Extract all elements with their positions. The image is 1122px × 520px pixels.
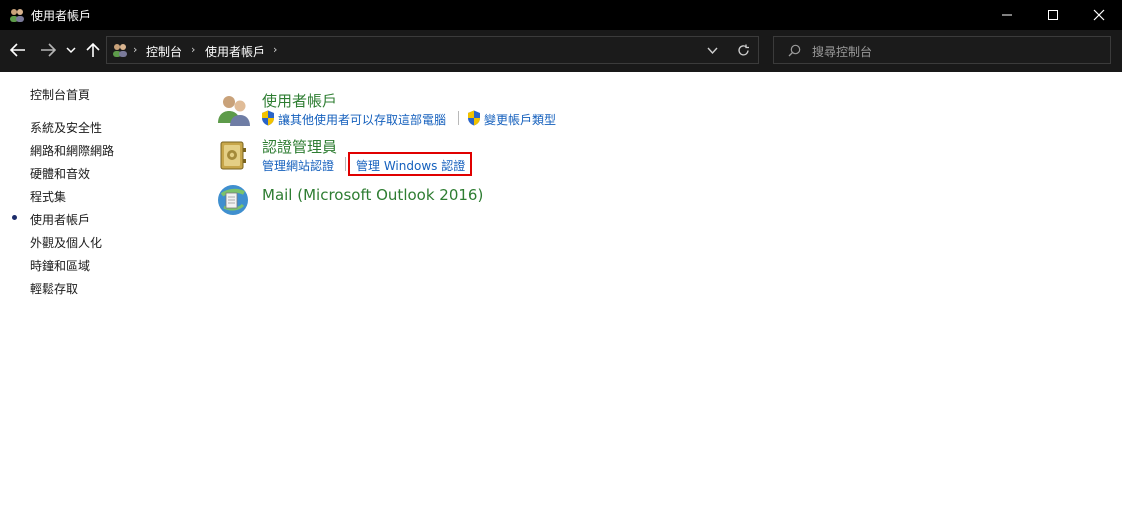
forward-button[interactable] bbox=[38, 38, 58, 62]
maximize-button[interactable] bbox=[1030, 0, 1076, 30]
address-bar[interactable]: › 控制台 › 使用者帳戶 › bbox=[106, 36, 759, 64]
section-title-user-accounts[interactable]: 使用者帳戶 bbox=[262, 90, 337, 111]
sidebar-item-system-security[interactable]: 系統及安全性 bbox=[30, 119, 102, 136]
recent-locations-button[interactable] bbox=[64, 38, 78, 62]
sidebar-item-clock-region[interactable]: 時鐘和區域 bbox=[30, 257, 90, 274]
chevron-down-icon[interactable] bbox=[707, 47, 718, 55]
up-button[interactable] bbox=[84, 38, 102, 62]
link-allow-others-access[interactable]: 讓其他使用者可以存取這部電腦 bbox=[278, 111, 446, 128]
search-icon bbox=[788, 44, 801, 57]
link-divider bbox=[345, 157, 346, 171]
uac-shield-icon bbox=[262, 110, 274, 126]
section-title-mail[interactable]: Mail (Microsoft Outlook 2016) bbox=[262, 186, 483, 204]
breadcrumb-control-panel[interactable]: 控制台 bbox=[146, 43, 182, 60]
refresh-icon[interactable] bbox=[737, 44, 750, 57]
user-accounts-icon bbox=[218, 96, 250, 126]
breadcrumb-separator-icon: › bbox=[191, 43, 196, 56]
link-divider bbox=[458, 111, 459, 125]
section-title-credential-manager[interactable]: 認證管理員 bbox=[262, 136, 337, 157]
arrow-up-icon bbox=[86, 42, 100, 57]
chevron-down-icon bbox=[66, 47, 76, 54]
current-item-bullet bbox=[12, 215, 17, 220]
close-button[interactable] bbox=[1076, 0, 1122, 30]
arrow-left-icon bbox=[10, 43, 25, 57]
link-manage-web-credentials[interactable]: 管理網站認證 bbox=[262, 157, 334, 174]
credential-manager-icon bbox=[220, 141, 246, 170]
sidebar-item-hardware-sound[interactable]: 硬體和音效 bbox=[30, 165, 90, 182]
minimize-icon bbox=[1002, 14, 1012, 16]
title-bar: 使用者帳戶 bbox=[0, 0, 1122, 30]
sidebar-item-programs[interactable]: 程式集 bbox=[30, 188, 66, 205]
link-change-account-type[interactable]: 變更帳戶類型 bbox=[484, 111, 556, 128]
sidebar-item-network[interactable]: 網路和網際網路 bbox=[30, 142, 114, 159]
arrow-right-icon bbox=[41, 43, 56, 57]
users-icon bbox=[113, 44, 127, 57]
breadcrumb-user-accounts[interactable]: 使用者帳戶 bbox=[205, 43, 265, 60]
breadcrumb-separator-icon: › bbox=[133, 43, 138, 56]
sidebar-item-appearance[interactable]: 外觀及個人化 bbox=[30, 234, 102, 251]
minimize-button[interactable] bbox=[984, 0, 1030, 30]
breadcrumb-separator-icon: › bbox=[273, 43, 278, 56]
sidebar-item-user-accounts: 使用者帳戶 bbox=[30, 213, 91, 227]
sidebar-item-ease-of-access[interactable]: 輕鬆存取 bbox=[30, 280, 78, 297]
search-placeholder: 搜尋控制台 bbox=[812, 45, 873, 59]
window-title: 使用者帳戶 bbox=[31, 9, 92, 23]
sidebar-home-link[interactable]: 控制台首頁 bbox=[30, 86, 90, 103]
mail-icon bbox=[218, 185, 248, 215]
users-icon bbox=[10, 9, 24, 22]
maximize-icon bbox=[1048, 10, 1058, 20]
close-icon bbox=[1093, 9, 1105, 21]
search-input[interactable]: 搜尋控制台 bbox=[773, 36, 1111, 64]
highlight-box bbox=[348, 152, 472, 176]
uac-shield-icon bbox=[468, 110, 480, 126]
back-button[interactable] bbox=[8, 38, 28, 62]
